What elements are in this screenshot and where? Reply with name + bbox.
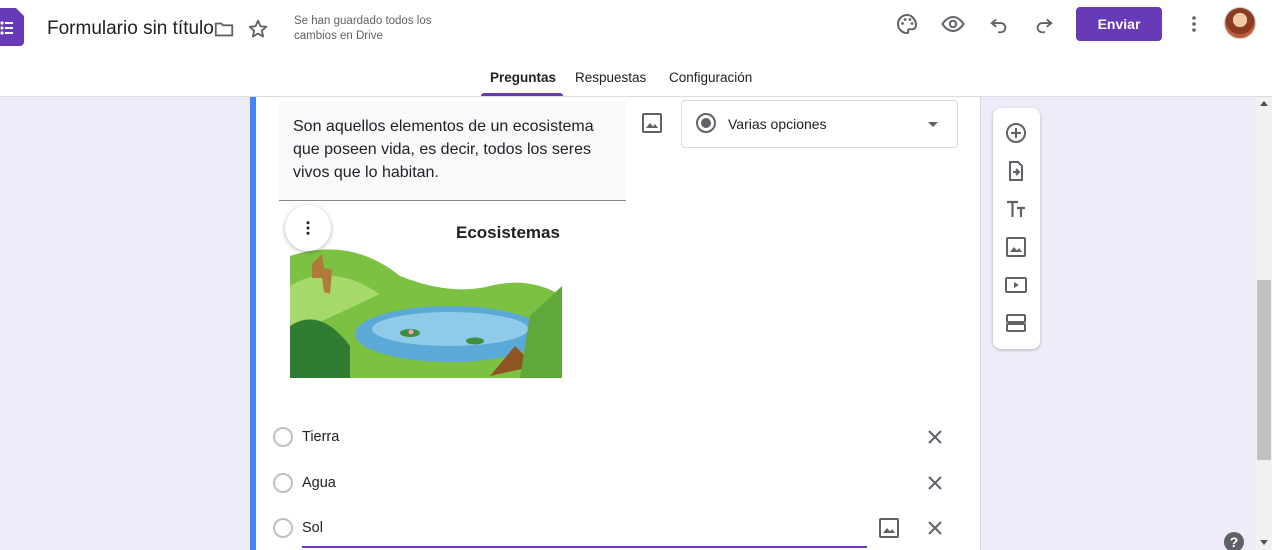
image-options-button[interactable] xyxy=(285,205,331,251)
import-questions-icon[interactable] xyxy=(1004,159,1028,183)
side-toolbar xyxy=(993,108,1040,349)
option-radio xyxy=(273,473,293,493)
tab-bar: Preguntas Respuestas Configuración xyxy=(0,64,1272,97)
add-image-icon[interactable] xyxy=(877,516,901,540)
option-row[interactable]: Sol xyxy=(273,513,953,548)
question-type-dropdown[interactable]: Varias opciones xyxy=(681,100,958,148)
option-row[interactable]: Tierra xyxy=(273,422,953,452)
forms-logo-icon[interactable] xyxy=(0,8,24,46)
add-video-icon[interactable] xyxy=(1004,273,1028,297)
option-input-underline xyxy=(302,546,867,548)
active-tab-indicator xyxy=(481,93,563,96)
option-radio xyxy=(273,518,293,538)
preview-icon[interactable] xyxy=(939,10,967,38)
undo-icon[interactable] xyxy=(985,10,1013,38)
option-label[interactable]: Agua xyxy=(302,475,336,491)
tab-preguntas[interactable]: Preguntas xyxy=(490,70,556,85)
tab-respuestas[interactable]: Respuestas xyxy=(575,70,646,85)
scrollbar[interactable] xyxy=(1256,97,1272,550)
palette-icon[interactable] xyxy=(893,10,921,38)
question-card[interactable]: Son aquellos elementos de un ecosistema … xyxy=(250,97,981,550)
redo-icon[interactable] xyxy=(1030,10,1058,38)
add-title-icon[interactable] xyxy=(1004,197,1028,221)
add-section-icon[interactable] xyxy=(1004,311,1028,335)
question-type-label: Varias opciones xyxy=(728,116,827,132)
send-button[interactable]: Enviar xyxy=(1076,7,1162,41)
save-status: Se han guardado todos los cambios en Dri… xyxy=(294,15,432,42)
app-header: Formulario sin título Se han guardado to… xyxy=(0,0,1272,97)
close-icon[interactable] xyxy=(923,425,947,449)
question-title-input[interactable]: Son aquellos elementos de un ecosistema … xyxy=(279,101,626,201)
help-icon[interactable]: ? xyxy=(1224,532,1244,550)
option-label[interactable]: Tierra xyxy=(302,429,339,445)
add-image-icon[interactable] xyxy=(1004,235,1028,259)
scroll-up-icon[interactable] xyxy=(1260,101,1268,106)
question-image[interactable]: Ecosistemas xyxy=(290,216,562,378)
avatar[interactable] xyxy=(1224,7,1256,39)
option-label[interactable]: Sol xyxy=(302,520,323,536)
add-question-icon[interactable] xyxy=(1004,121,1028,145)
more-vert-icon xyxy=(306,221,310,235)
tab-configuracion[interactable]: Configuración xyxy=(669,70,752,85)
radio-button-icon xyxy=(696,113,716,133)
scroll-thumb[interactable] xyxy=(1257,280,1271,460)
image-title: Ecosistemas xyxy=(456,223,560,242)
option-radio xyxy=(273,427,293,447)
option-row[interactable]: Agua xyxy=(273,468,953,498)
close-icon[interactable] xyxy=(923,516,947,540)
add-image-icon[interactable] xyxy=(640,111,664,135)
scroll-down-icon[interactable] xyxy=(1260,540,1268,545)
caret-down-icon xyxy=(928,122,938,127)
folder-icon[interactable] xyxy=(210,15,238,43)
form-title[interactable]: Formulario sin título xyxy=(47,18,214,40)
star-icon[interactable] xyxy=(244,15,272,43)
close-icon[interactable] xyxy=(923,471,947,495)
more-vert-icon[interactable] xyxy=(1180,10,1208,38)
